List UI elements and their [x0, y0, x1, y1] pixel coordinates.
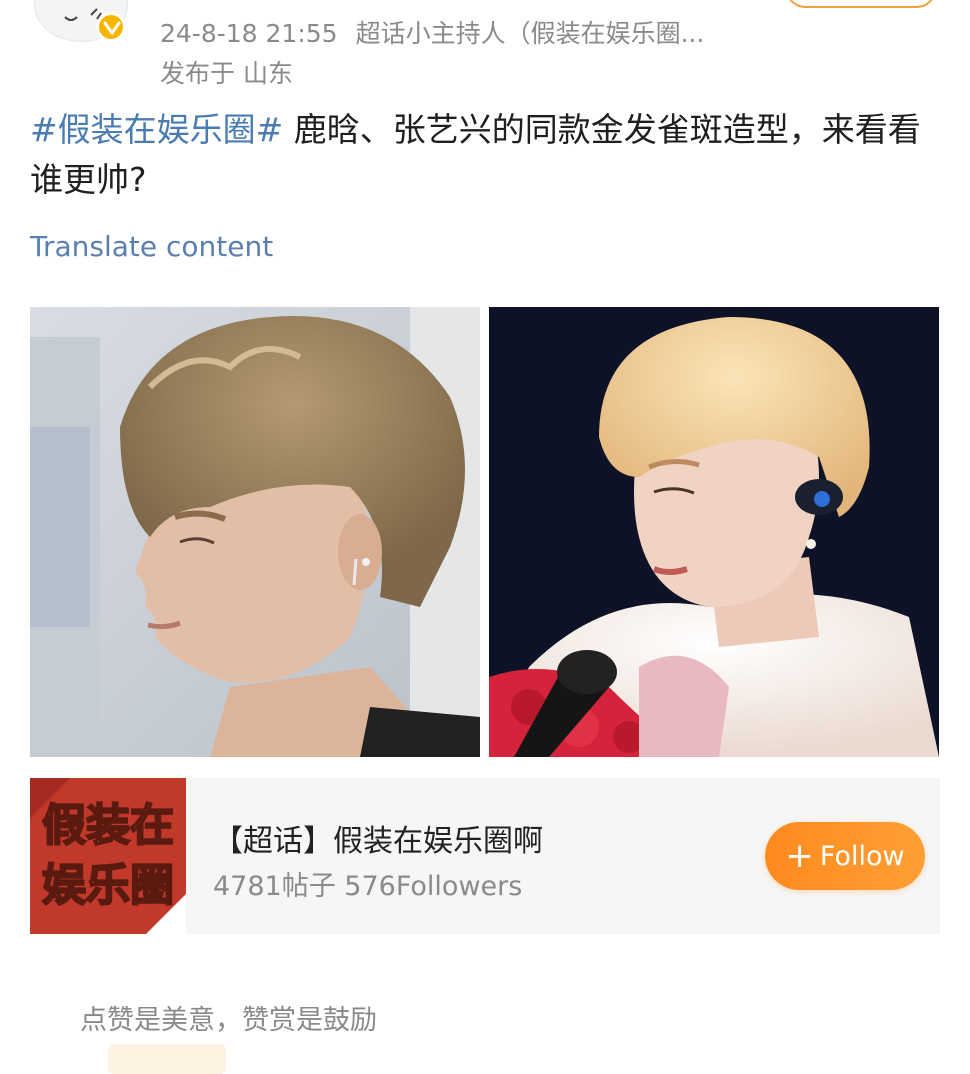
topic-logo-line1: 假装在 — [42, 800, 174, 851]
post-image-2[interactable] — [489, 307, 939, 757]
post-timestamp: 24-8-18 21:55 — [160, 19, 338, 48]
topic-card[interactable]: 假装在 娱乐圈 【超话】假装在娱乐圈啊 4781帖子 576Followers … — [30, 778, 940, 934]
reward-text: 点赞是美意，赞赏是鼓励 — [80, 1005, 377, 1036]
post-hashtag[interactable]: #假装在娱乐圈# — [30, 110, 283, 149]
follow-label: Follow — [819, 840, 905, 872]
topic-title[interactable]: 【超话】假装在娱乐圈啊 — [213, 816, 543, 860]
post-image-1[interactable] — [30, 307, 480, 757]
topic-logo[interactable]: 假装在 娱乐圈 — [30, 778, 186, 934]
verified-v-icon — [96, 12, 126, 42]
topic-stats: 4781帖子 576Followers — [213, 871, 523, 902]
post-text: #假装在娱乐圈# 鹿晗、张艺兴的同款金发雀斑造型，来看看谁更帅? — [30, 105, 940, 205]
header-follow-button[interactable] — [786, 0, 936, 8]
translate-link[interactable]: Translate content — [30, 230, 273, 263]
topic-logo-line2: 娱乐圈 — [42, 860, 174, 911]
post-source[interactable]: 超话小主持人（假装在娱乐圈... — [356, 19, 705, 48]
plus-icon: + — [785, 836, 814, 876]
reward-button[interactable] — [108, 1044, 226, 1074]
post-location: 发布于 山东 — [160, 59, 293, 88]
post-meta: 24-8-18 21:55 超话小主持人（假装在娱乐圈... — [160, 14, 704, 50]
follow-button[interactable]: + Follow — [765, 822, 925, 890]
